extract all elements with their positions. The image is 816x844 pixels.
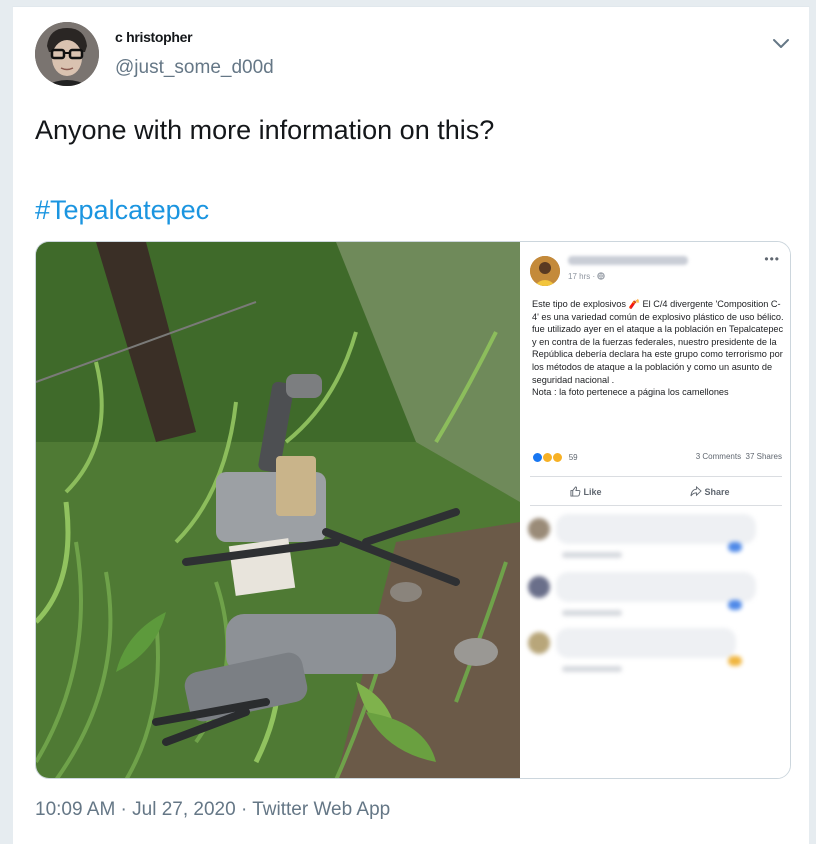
hashtag-link[interactable]: #Tepalcatepec [35, 193, 209, 227]
fb-comment-blurred [528, 628, 784, 682]
fb-post-body: Este tipo de explosivos 🧨 El C/4 diverge… [532, 299, 784, 398]
fb-share-button: Share [690, 485, 730, 497]
fb-author-name-blurred [568, 256, 688, 265]
sad-reaction-icon [552, 452, 564, 463]
fb-comment-blurred [528, 572, 784, 626]
chevron-down-icon[interactable] [769, 31, 793, 55]
fb-comment-blurred [528, 514, 784, 568]
fb-reactions: 59 [532, 452, 578, 463]
fb-like-button: Like [570, 486, 602, 497]
display-name[interactable]: c hristopher [115, 29, 193, 45]
fb-share-label: Share [704, 487, 730, 497]
fb-action-bar: Like Share [530, 476, 782, 506]
fb-avatar [530, 256, 560, 286]
tweet-timestamp[interactable]: 10:09 AM · Jul 27, 2020 · Twitter Web Ap… [35, 799, 390, 821]
avatar[interactable] [35, 22, 99, 86]
thumbs-up-icon [570, 486, 584, 497]
fb-time-label: 17 hrs · [568, 272, 598, 281]
fb-post-time: 17 hrs · [568, 272, 606, 281]
share-icon [690, 485, 705, 497]
tweet-media[interactable]: 17 hrs · ••• Este tipo de explosivos 🧨 E… [35, 241, 791, 779]
fb-like-label: Like [583, 487, 602, 497]
tweet-text: Anyone with more information on this? [35, 115, 495, 145]
facebook-post-screenshot: 17 hrs · ••• Este tipo de explosivos 🧨 E… [520, 242, 790, 778]
drone-photo [36, 242, 520, 778]
fb-reaction-count: 59 [568, 452, 578, 462]
fb-comment-share-counts: 3 Comments 37 Shares [695, 452, 782, 461]
tweet-card: c hristopher @just_some_d00d Anyone with… [12, 6, 810, 844]
fb-more-options: ••• [764, 252, 780, 266]
user-handle[interactable]: @just_some_d00d [115, 57, 274, 79]
globe-icon [597, 272, 606, 281]
